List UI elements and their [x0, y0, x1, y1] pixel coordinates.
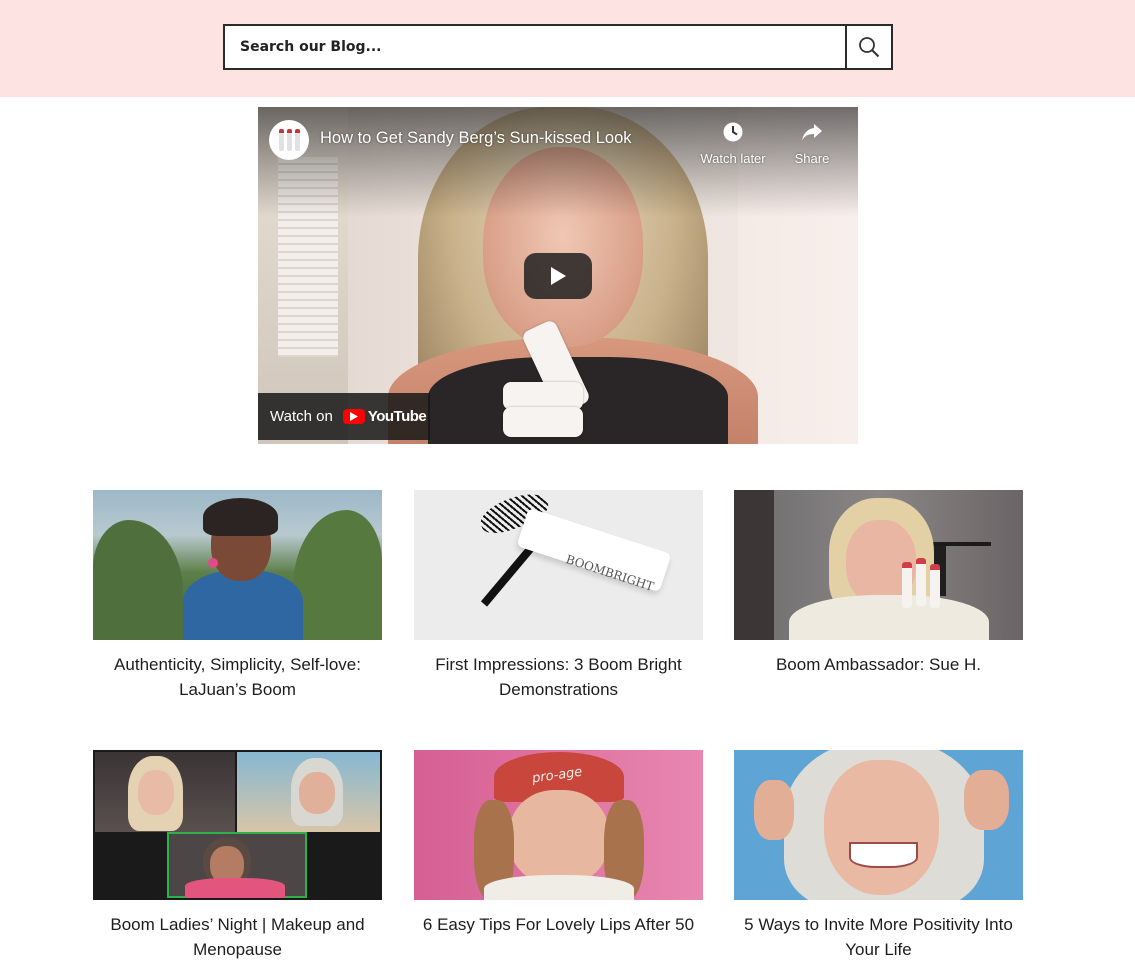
post-title[interactable]: Boom Ambassador: Sue H. — [734, 652, 1023, 677]
youtube-wordmark: YouTube — [367, 408, 427, 425]
post-thumbnail[interactable] — [734, 490, 1023, 640]
post-thumbnail[interactable] — [734, 750, 1023, 900]
clock-icon — [723, 122, 743, 142]
channel-avatar[interactable] — [269, 120, 309, 160]
post-thumbnail[interactable] — [93, 750, 382, 900]
post-card[interactable]: pro-age 6 Easy Tips For Lovely Lips Afte… — [414, 750, 703, 937]
watch-later-label: Watch later — [700, 151, 766, 166]
post-card[interactable]: 5 Ways to Invite More Positivity Into Yo… — [734, 750, 1023, 962]
blog-search-input[interactable] — [225, 26, 845, 68]
post-title[interactable]: First Impressions: 3 Boom Bright Demonst… — [414, 652, 703, 702]
play-button[interactable] — [524, 253, 592, 299]
post-title[interactable]: 5 Ways to Invite More Positivity Into Yo… — [734, 912, 1023, 962]
post-thumbnail[interactable]: pro-age — [414, 750, 703, 900]
product-tube — [503, 407, 583, 437]
blog-search-form — [223, 24, 893, 70]
post-title[interactable]: 6 Easy Tips For Lovely Lips After 50 — [414, 912, 703, 937]
youtube-play-icon — [342, 409, 365, 424]
share-icon — [802, 124, 822, 141]
watch-on-label: Watch on — [270, 408, 333, 425]
post-thumbnail[interactable]: BOOMBRIGHT — [414, 490, 703, 640]
video-title[interactable]: How to Get Sandy Berg’s Sun-kissed Look — [320, 129, 632, 148]
search-button[interactable] — [845, 26, 891, 68]
header-bar — [0, 0, 1135, 97]
share-button[interactable]: Share — [777, 121, 847, 166]
watch-on-youtube-button[interactable]: Watch on YouTube — [258, 393, 430, 440]
post-card[interactable]: Boom Ladies’ Night | Makeup and Menopaus… — [93, 750, 382, 962]
post-card[interactable]: Boom Ambassador: Sue H. — [734, 490, 1023, 677]
post-title[interactable]: Authenticity, Simplicity, Self-love: LaJ… — [93, 652, 382, 702]
play-icon — [551, 267, 566, 285]
share-label: Share — [794, 151, 830, 166]
youtube-video-embed[interactable]: How to Get Sandy Berg’s Sun-kissed Look … — [258, 107, 858, 444]
search-icon — [859, 37, 880, 58]
post-title[interactable]: Boom Ladies’ Night | Makeup and Menopaus… — [93, 912, 382, 962]
post-thumbnail[interactable] — [93, 490, 382, 640]
watch-later-button[interactable]: Watch later — [698, 121, 768, 166]
post-card[interactable]: Authenticity, Simplicity, Self-love: LaJ… — [93, 490, 382, 702]
product-tube — [503, 382, 583, 410]
youtube-logo: YouTube — [342, 408, 427, 425]
post-card[interactable]: BOOMBRIGHT First Impressions: 3 Boom Bri… — [414, 490, 703, 702]
